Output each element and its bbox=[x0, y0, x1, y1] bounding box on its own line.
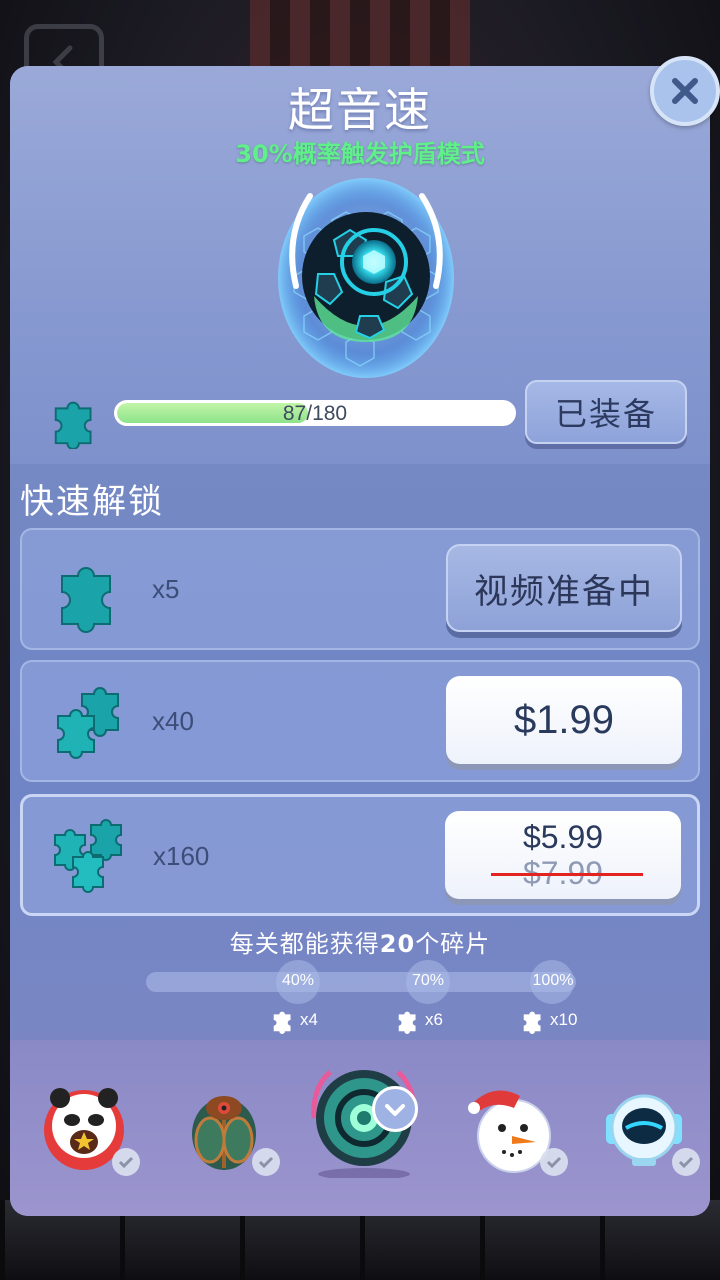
scarab-ball-icon[interactable] bbox=[176, 1080, 280, 1176]
background-stripes bbox=[250, 0, 470, 70]
snowman-ball-icon[interactable] bbox=[464, 1080, 568, 1176]
unlock-quantity: x5 bbox=[152, 574, 180, 604]
unlock-option-video: x5 视频准备中 bbox=[20, 528, 700, 650]
milestone-progress-bar bbox=[146, 972, 576, 992]
panda-ball-icon[interactable] bbox=[36, 1080, 140, 1176]
pieces-progress-text: 87/180 bbox=[282, 402, 348, 425]
skin-title: 超音速 bbox=[288, 83, 432, 137]
original-price-text: $7.99 bbox=[490, 855, 644, 891]
puzzle-piece-icon bbox=[398, 1011, 416, 1034]
buy-40-button[interactable]: $1.99 bbox=[446, 676, 682, 764]
daily-text-post: 个碎片 bbox=[415, 930, 491, 958]
milestone-reward-qty: x10 bbox=[550, 1010, 578, 1029]
milestone-label: 70% bbox=[411, 972, 445, 989]
unlock-option-40: x40 $1.99 bbox=[20, 660, 700, 782]
equipped-button[interactable]: 已装备 bbox=[525, 380, 687, 444]
buy-160-button[interactable]: $5.99 $7.99 bbox=[445, 811, 681, 899]
milestone-reward: x10 bbox=[520, 1006, 577, 1034]
milestone-reward-qty: x4 bbox=[300, 1010, 318, 1029]
skin-detail-panel: 超音速 30%概率触发护盾模式 87/180 已装备 快速解锁 x5 视频准备中… bbox=[10, 66, 710, 1216]
skin-ability-text: 30%概率触发护盾模式 bbox=[235, 140, 485, 168]
close-icon bbox=[672, 78, 698, 104]
owned-check-icon bbox=[252, 1148, 280, 1176]
puzzle-pieces-icon bbox=[54, 819, 122, 893]
daily-pieces-text: 每关都能获得20个碎片 bbox=[10, 924, 710, 959]
unlock-quantity: x160 bbox=[153, 841, 210, 871]
milestone-reward: x4 bbox=[270, 1006, 318, 1034]
puzzle-piece-icon bbox=[523, 1011, 541, 1034]
supersonic-ball-icon bbox=[274, 166, 454, 386]
daily-text-pre: 每关都能获得 bbox=[229, 930, 380, 958]
close-button[interactable] bbox=[650, 56, 720, 126]
milestone-label: 100% bbox=[532, 972, 574, 989]
owned-check-icon bbox=[540, 1148, 568, 1176]
unlock-option-160: x160 $5.99 $7.99 bbox=[20, 794, 700, 916]
skin-header-section: 超音速 30%概率触发护盾模式 87/180 已装备 bbox=[10, 66, 710, 464]
price-text: $1.99 bbox=[513, 697, 615, 742]
skin-carousel bbox=[10, 1040, 710, 1216]
owned-check-icon bbox=[112, 1148, 140, 1176]
milestone-label: 40% bbox=[281, 972, 315, 989]
puzzle-piece-icon bbox=[54, 401, 92, 449]
watch-video-button[interactable]: 视频准备中 bbox=[446, 544, 682, 632]
pieces-progress-bar: 87/180 bbox=[114, 400, 516, 426]
milestone-reward-qty: x6 bbox=[425, 1010, 443, 1029]
quick-unlock-title: 快速解锁 bbox=[20, 482, 164, 522]
puzzle-pieces-icon bbox=[57, 687, 119, 759]
daily-text-number: 20 bbox=[379, 930, 416, 958]
sale-price-text: $5.99 bbox=[522, 819, 604, 855]
milestone-reward: x6 bbox=[395, 1006, 443, 1034]
robot-ball-icon[interactable] bbox=[596, 1080, 700, 1176]
selected-check-icon bbox=[372, 1086, 418, 1132]
unlock-quantity: x40 bbox=[152, 706, 194, 736]
owned-check-icon bbox=[672, 1148, 700, 1176]
puzzle-piece-icon bbox=[61, 567, 111, 633]
puzzle-piece-icon bbox=[273, 1011, 291, 1034]
